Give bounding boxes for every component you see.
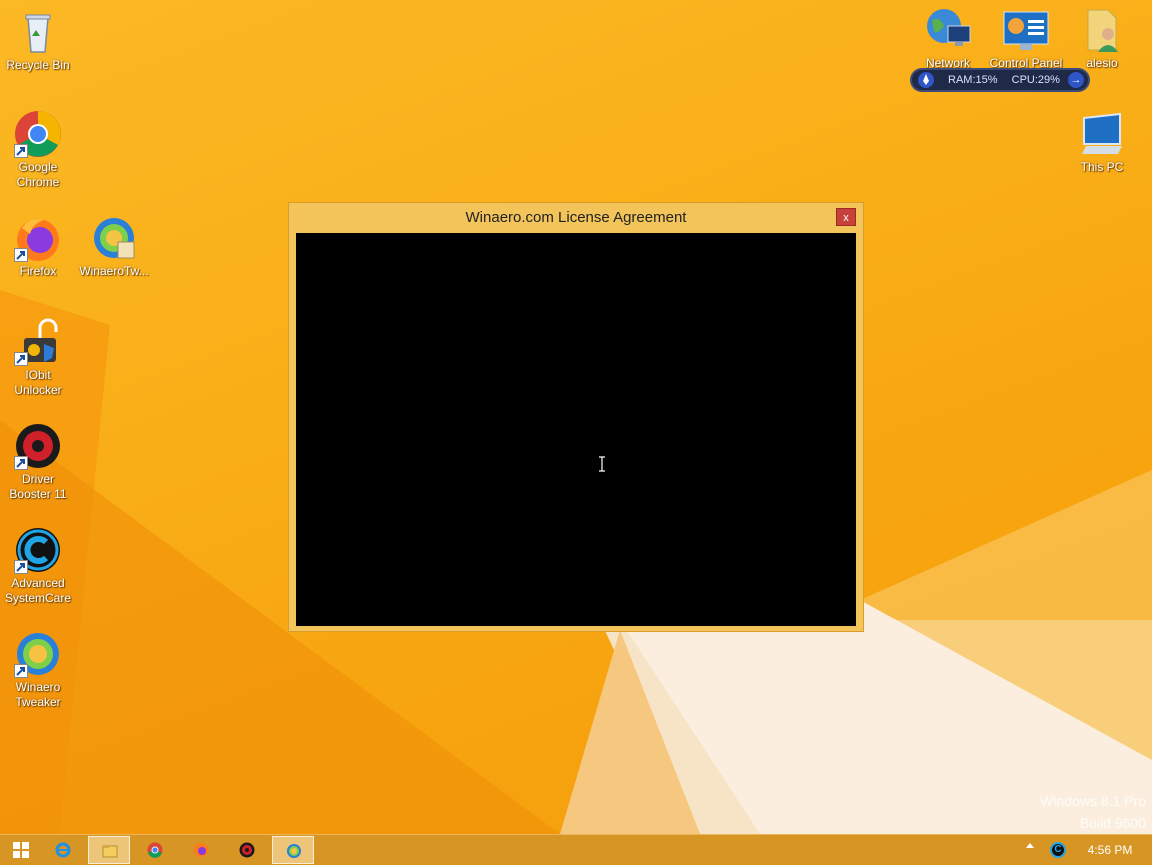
driver-booster-shortcut[interactable]: Driver Booster 11 [0, 422, 76, 502]
advanced-systemcare-tray-icon[interactable]: C [1050, 842, 1066, 858]
taskbar: C 4:56 PM [0, 834, 1152, 865]
watermark-build: Build 9600 [1079, 815, 1146, 831]
shortcut-arrow-icon [14, 144, 28, 158]
taskbar-driver-booster[interactable] [226, 836, 268, 864]
driver-booster-icon [239, 842, 255, 858]
this-pc-shortcut[interactable]: This PC [1064, 110, 1140, 175]
taskbar-winaero-tweaker[interactable] [272, 836, 314, 864]
shortcut-arrow-icon [14, 560, 28, 574]
shortcut-arrow-icon [14, 352, 28, 366]
shortcut-arrow-icon [14, 456, 28, 470]
taskbar-chrome[interactable] [134, 836, 176, 864]
winaero-tweaker-icon [90, 214, 138, 262]
winaero-tweaker-file-label: WinaeroTw... [79, 264, 149, 278]
recycle-bin-label: Recycle Bin [6, 58, 70, 72]
file-explorer-icon [102, 845, 118, 858]
iobit-unlocker-shortcut[interactable]: IObit Unlocker [0, 318, 76, 398]
widget-stats: RAM:15% CPU:29% [948, 74, 1060, 86]
firefox-shortcut[interactable]: Firefox [0, 214, 76, 279]
chrome-icon [14, 110, 62, 158]
network-shortcut[interactable]: Network [910, 6, 986, 71]
start-button[interactable] [0, 836, 42, 864]
window-title: Winaero.com License Agreement [465, 209, 687, 226]
expand-arrow-icon[interactable]: → [1068, 72, 1084, 88]
winaero-tweaker-icon [14, 630, 62, 678]
this-pc-label: This PC [1080, 160, 1124, 174]
rocket-icon [918, 72, 934, 88]
winaero-tweaker-label: Winaero Tweaker [15, 680, 61, 709]
firefox-icon [194, 843, 208, 857]
winaero-tweaker-file-shortcut[interactable]: WinaeroTw... [76, 214, 152, 279]
cpu-usage: CPU:29% [1011, 74, 1060, 86]
advanced-systemcare-icon [14, 526, 62, 574]
desktop: Recycle Bin Google Chrome Firefox Winaer… [0, 0, 1152, 834]
firefox-icon [14, 214, 62, 262]
taskbar-firefox[interactable] [180, 836, 222, 864]
shortcut-arrow-icon [14, 248, 28, 262]
advanced-systemcare-shortcut[interactable]: Advanced SystemCare [0, 526, 76, 606]
control-panel-shortcut[interactable]: Control Panel [988, 6, 1064, 71]
text-cursor-icon [599, 456, 605, 472]
recycle-bin-icon [14, 8, 62, 56]
firefox-label: Firefox [19, 264, 57, 278]
iobit-unlocker-label: IObit Unlocker [14, 368, 62, 397]
system-monitor-widget[interactable]: RAM:15% CPU:29% → [910, 68, 1090, 92]
google-chrome-label: Google Chrome [16, 160, 60, 189]
driver-booster-icon [14, 422, 62, 470]
internet-explorer-icon [55, 842, 71, 858]
windows-watermark: Windows 8.1 Pro Build 9600 [1040, 790, 1146, 834]
control-panel-icon [1002, 6, 1050, 54]
user-folder-icon [1078, 6, 1126, 54]
ram-usage: RAM:15% [948, 74, 998, 86]
show-hidden-icons-icon[interactable] [1026, 843, 1034, 848]
taskbar-internet-explorer[interactable] [42, 836, 84, 864]
watermark-edition: Windows 8.1 Pro [1040, 793, 1146, 809]
winaero-tweaker-shortcut[interactable]: Winaero Tweaker [0, 630, 76, 710]
google-chrome-shortcut[interactable]: Google Chrome [0, 110, 76, 190]
recycle-bin-shortcut[interactable]: Recycle Bin [0, 8, 76, 73]
start-icon [13, 842, 29, 858]
taskbar-clock[interactable]: 4:56 PM [1080, 843, 1140, 857]
taskbar-file-explorer[interactable] [88, 836, 130, 864]
this-pc-icon [1078, 110, 1126, 158]
shortcut-arrow-icon [14, 664, 28, 678]
license-text-area[interactable] [296, 233, 856, 626]
driver-booster-label: Driver Booster 11 [9, 472, 67, 501]
close-button[interactable]: x [836, 208, 856, 226]
network-icon [924, 6, 972, 54]
license-agreement-window[interactable]: Winaero.com License Agreement x [288, 202, 864, 632]
user-folder-shortcut[interactable]: alesio [1064, 6, 1140, 71]
winaero-tweaker-icon [287, 844, 301, 858]
iobit-unlocker-icon [14, 318, 62, 366]
advanced-systemcare-label: Advanced SystemCare [4, 576, 72, 605]
chrome-icon [147, 842, 163, 858]
